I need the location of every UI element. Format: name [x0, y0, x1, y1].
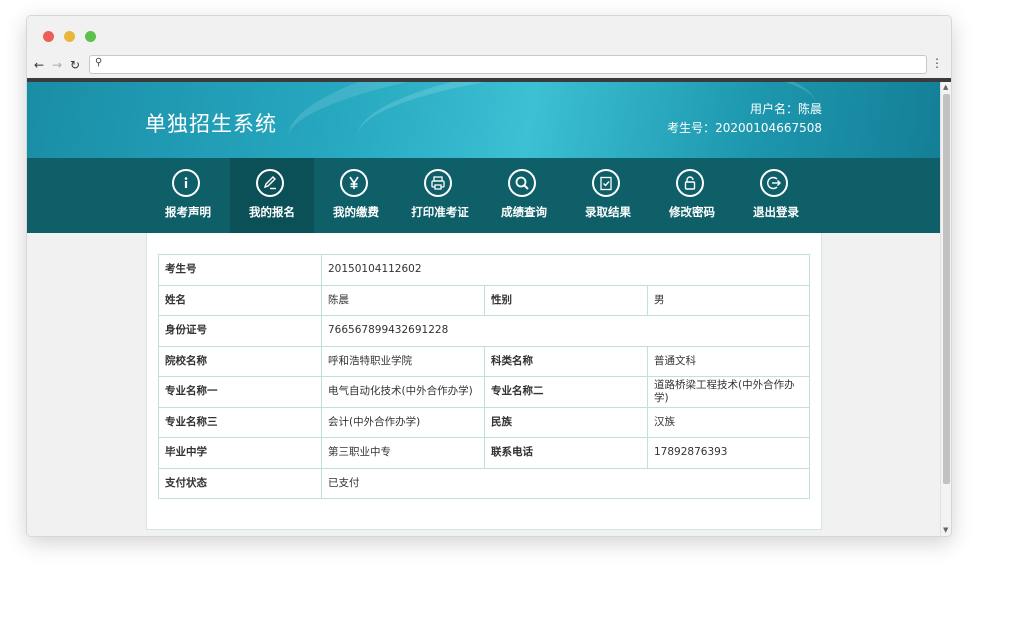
school-value: 呼和浩特职业学院 [321, 345, 485, 377]
table-row: 姓名 陈晨 性别 男 [158, 284, 810, 316]
menu-item-print-admission[interactable]: 打印准考证 [398, 158, 482, 233]
menu-item-declaration[interactable]: 报考声明 [146, 158, 230, 233]
menu-item-logout[interactable]: 退出登录 [734, 158, 818, 233]
name-value: 陈晨 [321, 284, 485, 316]
search-icon [508, 169, 536, 197]
table-row: 专业名称一 电气自动化技术(中外合作办学) 专业名称二 道路桥梁工程技术(中外合… [158, 376, 810, 408]
field-label: 姓名 [158, 284, 322, 316]
payment-status-value: 已支付 [321, 467, 810, 499]
field-label: 专业名称二 [484, 376, 648, 408]
major3-value: 会计(中外合作办学) [321, 406, 485, 438]
menu-item-my-registration[interactable]: 我的报名 [230, 158, 314, 233]
lock-icon [676, 169, 704, 197]
exam-number-value: 20150104112602 [321, 254, 810, 286]
back-arrow-icon[interactable]: ← [34, 56, 44, 74]
browser-window: ← → ↻ ⚲ ⋮ 单独招生系统 用户名：陈晨 考生号：202001046675… [26, 15, 952, 537]
forward-arrow-icon[interactable]: → [52, 56, 62, 74]
field-label: 院校名称 [158, 345, 322, 377]
exam-number: 考生号：20200104667508 [667, 121, 822, 135]
header-banner: 单独招生系统 用户名：陈晨 考生号：20200104667508 [27, 82, 940, 158]
field-label: 身份证号 [158, 315, 322, 347]
site-title: 单独招生系统 [145, 112, 277, 136]
registration-info-panel: 考生号 20150104112602 姓名 陈晨 性别 男 身份证号 76656… [146, 233, 822, 530]
table-row: 专业名称三 会计(中外合作办学) 民族 汉族 [158, 406, 810, 438]
browser-menu-icon[interactable]: ⋮ [931, 56, 943, 70]
maximize-window-button[interactable] [85, 31, 96, 42]
registration-info-table: 考生号 20150104112602 姓名 陈晨 性别 男 身份证号 76656… [158, 254, 810, 499]
table-row: 身份证号 766567899432691228 [158, 315, 810, 347]
minimize-window-button[interactable] [64, 31, 75, 42]
info-icon [172, 169, 200, 197]
scroll-down-icon[interactable]: ▼ [943, 526, 948, 534]
major2-value: 道路桥梁工程技术(中外合作办学) [647, 376, 810, 408]
field-label: 专业名称一 [158, 376, 322, 408]
ethnicity-value: 汉族 [647, 406, 810, 438]
menu-item-my-payment[interactable]: 我的缴费 [314, 158, 398, 233]
field-label: 毕业中学 [158, 437, 322, 469]
printer-icon [424, 169, 452, 197]
browser-titlebar [27, 16, 951, 54]
field-label: 专业名称三 [158, 406, 322, 438]
id-number-value: 766567899432691228 [321, 315, 810, 347]
menu-item-admission-result[interactable]: 录取结果 [566, 158, 650, 233]
browser-navbar: ← → ↻ ⚲ ⋮ [27, 54, 951, 78]
yen-icon [340, 169, 368, 197]
menu-item-change-password[interactable]: 修改密码 [650, 158, 734, 233]
logout-icon [760, 169, 788, 197]
edit-icon [256, 169, 284, 197]
field-label: 科类名称 [484, 345, 648, 377]
scrollbar-thumb[interactable] [943, 94, 950, 484]
table-row: 毕业中学 第三职业中专 联系电话 17892876393 [158, 437, 810, 469]
gender-value: 男 [647, 284, 810, 316]
page-viewport: 单独招生系统 用户名：陈晨 考生号：20200104667508 报考声明 我的… [27, 82, 940, 536]
field-label: 支付状态 [158, 467, 322, 499]
clipboard-check-icon [592, 169, 620, 197]
main-menu: 报考声明 我的报名 我的缴费 打印准考证 成绩查询 录取结果 修改密码 退出登录 [27, 158, 940, 233]
field-label: 民族 [484, 406, 648, 438]
field-label: 考生号 [158, 254, 322, 286]
field-label: 性别 [484, 284, 648, 316]
search-icon: ⚲ [95, 57, 103, 68]
reload-icon[interactable]: ↻ [70, 56, 80, 74]
user-info: 用户名：陈晨 考生号：20200104667508 [667, 100, 822, 138]
phone-value: 17892876393 [647, 437, 810, 469]
high-school-value: 第三职业中专 [321, 437, 485, 469]
close-window-button[interactable] [43, 31, 54, 42]
scroll-up-icon[interactable]: ▲ [943, 83, 948, 91]
username: 用户名：陈晨 [749, 102, 822, 116]
major1-value: 电气自动化技术(中外合作办学) [321, 376, 485, 408]
menu-item-score-query[interactable]: 成绩查询 [482, 158, 566, 233]
address-bar[interactable]: ⚲ [89, 55, 927, 74]
table-row: 院校名称 呼和浩特职业学院 科类名称 普通文科 [158, 345, 810, 377]
table-row: 支付状态 已支付 [158, 467, 810, 499]
category-value: 普通文科 [647, 345, 810, 377]
field-label: 联系电话 [484, 437, 648, 469]
vertical-scrollbar[interactable]: ▲ ▼ [940, 82, 951, 536]
table-row: 考生号 20150104112602 [158, 254, 810, 286]
